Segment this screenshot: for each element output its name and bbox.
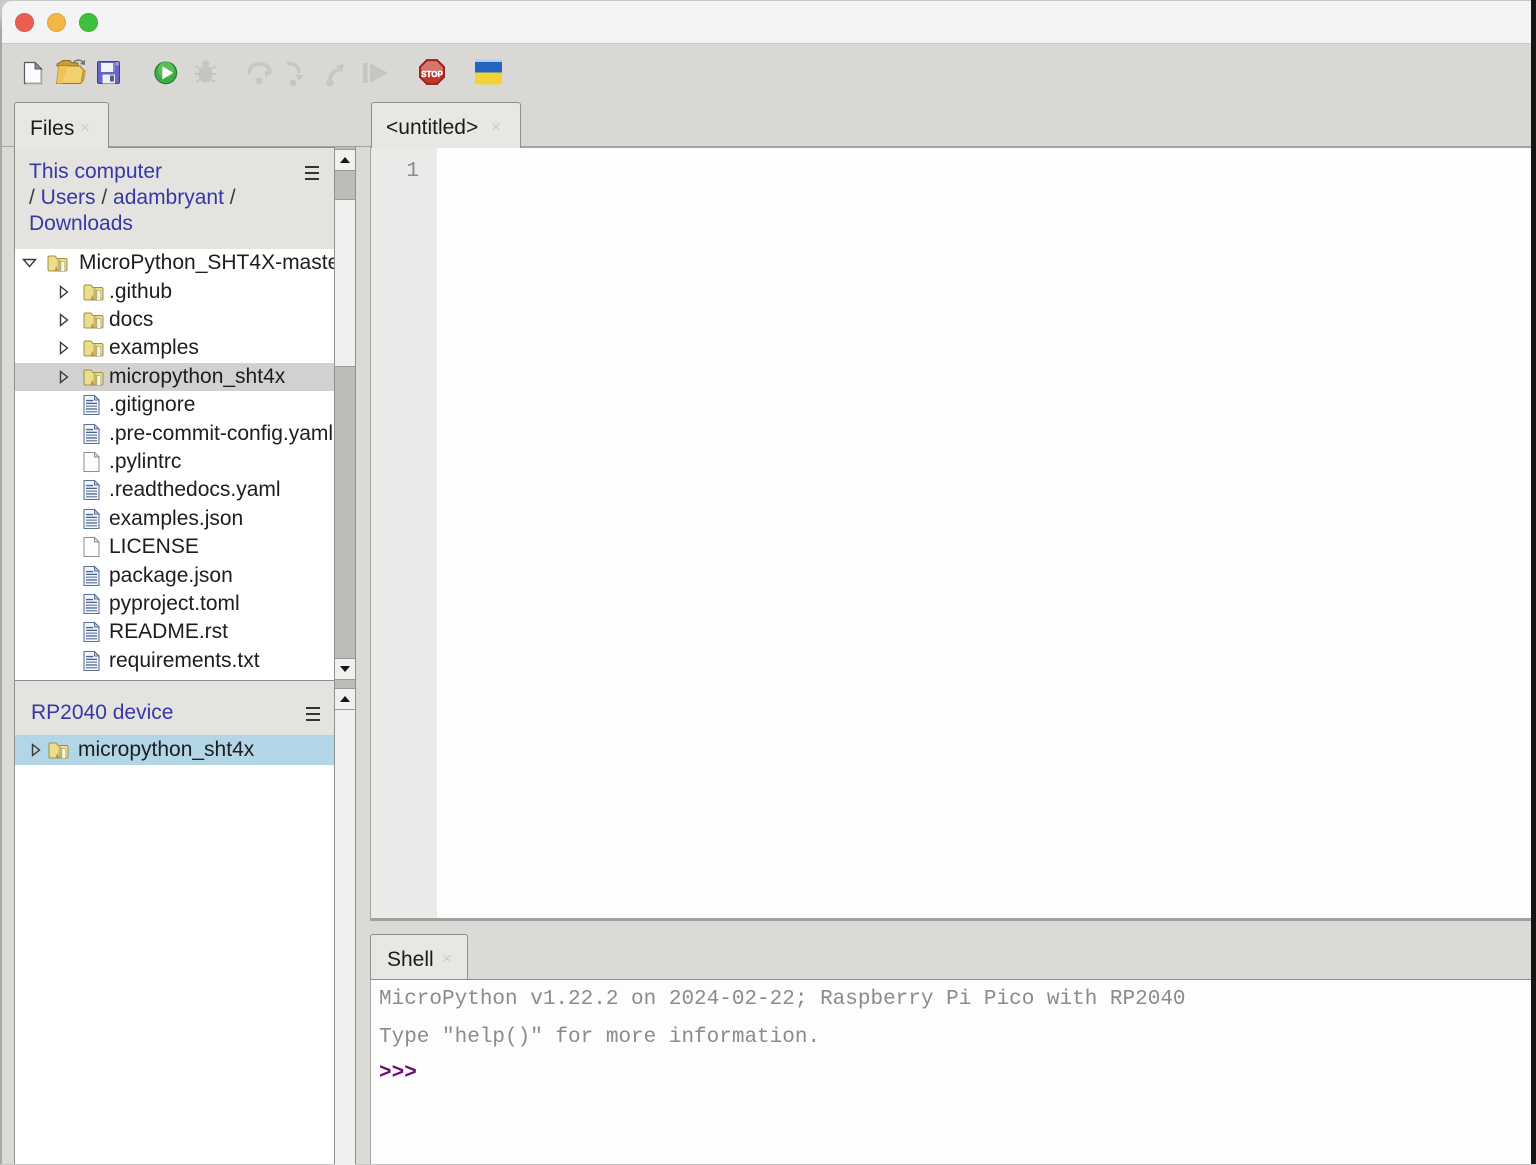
svg-text:STOP: STOP xyxy=(421,70,443,79)
